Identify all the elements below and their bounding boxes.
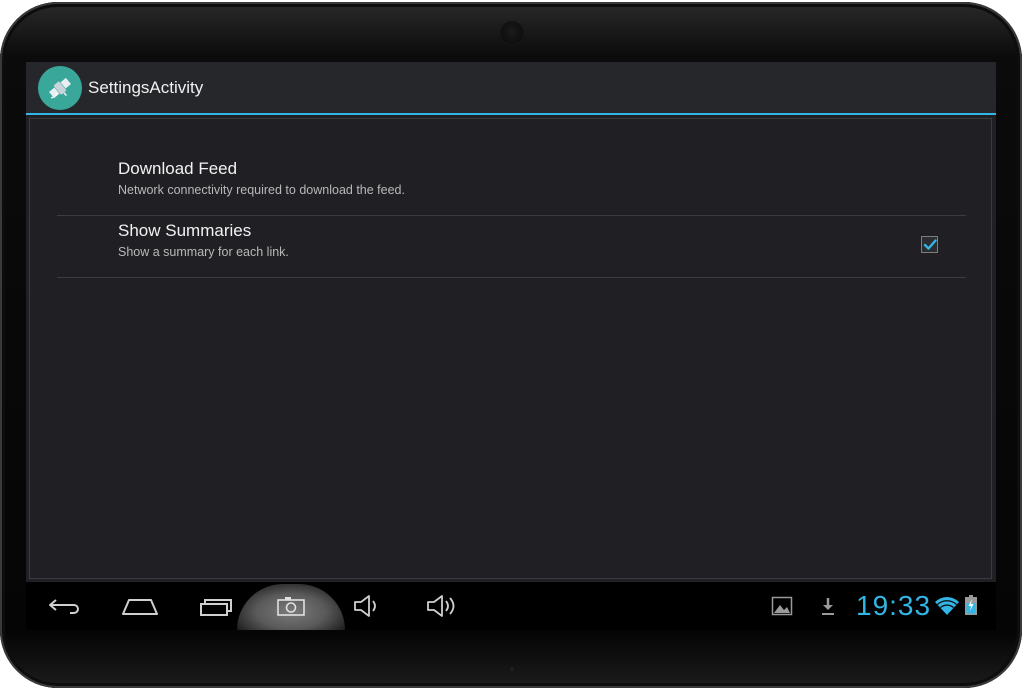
status-clock[interactable]: 19:33 (856, 590, 931, 622)
app-title: SettingsActivity (88, 78, 204, 97)
pref-summary: Show a summary for each link. (118, 245, 289, 259)
volume-up-icon[interactable] (414, 582, 470, 630)
checkmark-icon (923, 238, 937, 250)
pref-title: Download Feed (118, 159, 238, 178)
back-icon[interactable] (36, 582, 92, 630)
show-summaries-checkbox[interactable] (921, 236, 938, 253)
recent-apps-icon[interactable] (188, 582, 244, 630)
download-notification-icon[interactable] (818, 594, 838, 618)
volume-down-icon[interactable] (339, 582, 395, 630)
pref-title: Show Summaries (118, 221, 252, 240)
preferences-list: Download Feed Network connectivity requi… (29, 118, 992, 579)
pref-summary: Network connectivity required to downloa… (118, 183, 405, 197)
wifi-icon[interactable] (934, 595, 960, 617)
gallery-notification-icon[interactable] (770, 594, 794, 618)
home-icon[interactable] (112, 582, 168, 630)
screenshot-icon[interactable] (263, 582, 319, 630)
satellite-icon[interactable] (38, 66, 82, 110)
system-bar: 19:33 (26, 582, 996, 630)
battery-charging-icon[interactable] (964, 593, 978, 617)
action-bar: SettingsActivity (26, 62, 996, 115)
front-camera (501, 22, 523, 44)
screen: SettingsActivity Download Feed Network c… (26, 62, 996, 630)
microphone-hole (510, 667, 514, 671)
pref-show-summaries[interactable]: Show Summaries Show a summary for each l… (57, 216, 966, 278)
tablet-frame: SettingsActivity Download Feed Network c… (0, 2, 1022, 688)
pref-download-feed[interactable]: Download Feed Network connectivity requi… (57, 154, 966, 216)
